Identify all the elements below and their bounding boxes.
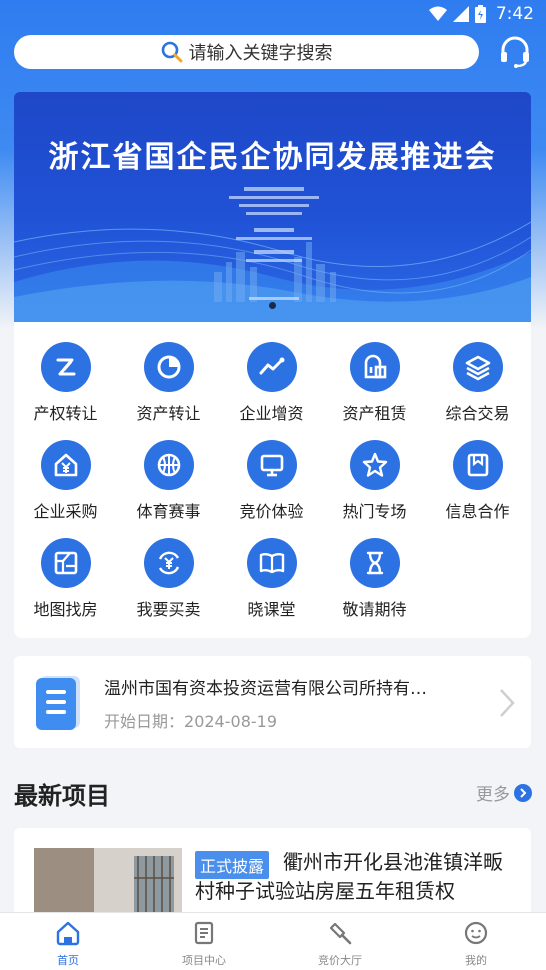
grid-item-asset-lease[interactable]: 资产租赁: [323, 322, 426, 423]
notice-date: 开始日期：2024-08-19: [104, 712, 277, 731]
project-card[interactable]: 衢州市开化县池淮镇洋畈村种子试验站房屋五年租赁权 正式披露: [14, 828, 531, 918]
banner-title: 浙江省国企民企协同发展推进会: [48, 140, 497, 175]
gavel-icon: [329, 922, 352, 945]
grid-item-buy-sell[interactable]: 我要买卖: [117, 518, 220, 619]
bookmark-icon: [467, 453, 488, 477]
grid-label: 地图找房: [33, 600, 98, 619]
chevron-right-icon: [500, 689, 515, 717]
banner[interactable]: 浙江省国企民企协同发展推进会: [14, 92, 531, 322]
customer-service-icon[interactable]: [498, 35, 532, 69]
home-icon: [56, 921, 80, 946]
document-list-icon: [36, 676, 80, 730]
smile-icon: [464, 921, 488, 945]
carousel-indicator[interactable]: [269, 302, 276, 309]
bottom-tab-bar: 首页 项目中心 竞价大厅 我的: [0, 912, 546, 970]
signal-icon: [452, 6, 469, 22]
map-icon: [54, 551, 77, 575]
book-icon: [259, 553, 284, 574]
tab-label: 项目中心: [182, 954, 226, 967]
monitor-icon: [260, 454, 283, 477]
tab-home[interactable]: 首页: [0, 913, 136, 970]
grid-item-comprehensive-trade[interactable]: 综合交易: [426, 322, 529, 423]
search-input[interactable]: 请输入关键字搜索: [14, 35, 479, 69]
basketball-icon: [157, 453, 180, 477]
document-icon: [194, 921, 214, 945]
grid-item-property-transfer[interactable]: 产权转让: [14, 322, 117, 423]
status-bar: 7:42: [0, 0, 546, 30]
grid-item-coming-soon[interactable]: 敬请期待: [323, 518, 426, 619]
house-yen-icon: [54, 453, 77, 477]
pie-chart-icon: [157, 355, 180, 379]
tab-bidding-hall[interactable]: 竞价大厅: [272, 913, 408, 970]
grid-item-bidding-experience[interactable]: 竞价体验: [220, 420, 323, 521]
trend-up-icon: [259, 357, 284, 375]
grid-label: 晓课堂: [247, 600, 296, 619]
more-label: 更多: [476, 785, 510, 805]
grid-label: 我要买卖: [136, 600, 201, 619]
chevron-right-circle-icon: [514, 783, 532, 802]
search-row: 请输入关键字搜索: [14, 35, 534, 71]
tab-mine[interactable]: 我的: [408, 913, 544, 970]
layers-icon: [465, 355, 490, 381]
search-icon: [161, 41, 182, 63]
building-icon: [364, 354, 386, 379]
grid-item-classroom[interactable]: 晓课堂: [220, 518, 323, 619]
grid-item-map-search[interactable]: 地图找房: [14, 518, 117, 619]
grid-item-sports-events[interactable]: 体育赛事: [117, 420, 220, 521]
grid-item-info-cooperation[interactable]: 信息合作: [426, 420, 529, 521]
tab-label: 竞价大厅: [318, 954, 362, 967]
grid-item-asset-transfer[interactable]: 资产转让: [117, 322, 220, 423]
wifi-icon: [428, 6, 447, 21]
banner-wave-graphic: [14, 187, 531, 322]
tab-label: 首页: [57, 954, 79, 967]
battery-icon: [474, 5, 486, 23]
project-thumbnail: [34, 848, 182, 918]
yen-cycle-icon: [158, 551, 179, 575]
notice-title: 温州市国有资本投资运营有限公司所持有…: [104, 679, 427, 699]
more-link[interactable]: 更多: [476, 780, 532, 805]
grid-label: 敬请期待: [342, 600, 407, 619]
transfer-z-icon: [56, 358, 75, 376]
section-title: 最新项目: [14, 782, 110, 810]
grid-item-capital-increase[interactable]: 企业增资: [220, 322, 323, 423]
star-icon: [362, 452, 387, 477]
tab-label: 我的: [465, 954, 487, 967]
grid-item-enterprise-purchase[interactable]: 企业采购: [14, 420, 117, 521]
grid-item-hot-specials[interactable]: 热门专场: [323, 420, 426, 521]
tab-project-center[interactable]: 项目中心: [136, 913, 272, 970]
grid-label: 信息合作: [445, 502, 510, 521]
hourglass-icon: [366, 551, 383, 575]
status-badge: 正式披露: [195, 851, 270, 879]
notice-card[interactable]: 温州市国有资本投资运营有限公司所持有… 开始日期：2024-08-19: [14, 656, 531, 748]
status-time: 7:42: [495, 4, 534, 24]
search-placeholder: 请输入关键字搜索: [188, 43, 333, 64]
category-grid: 产权转让 资产转让 企业增资 资产租赁 综合交易 企业采购 体育赛事 竞价体验 …: [14, 322, 531, 638]
